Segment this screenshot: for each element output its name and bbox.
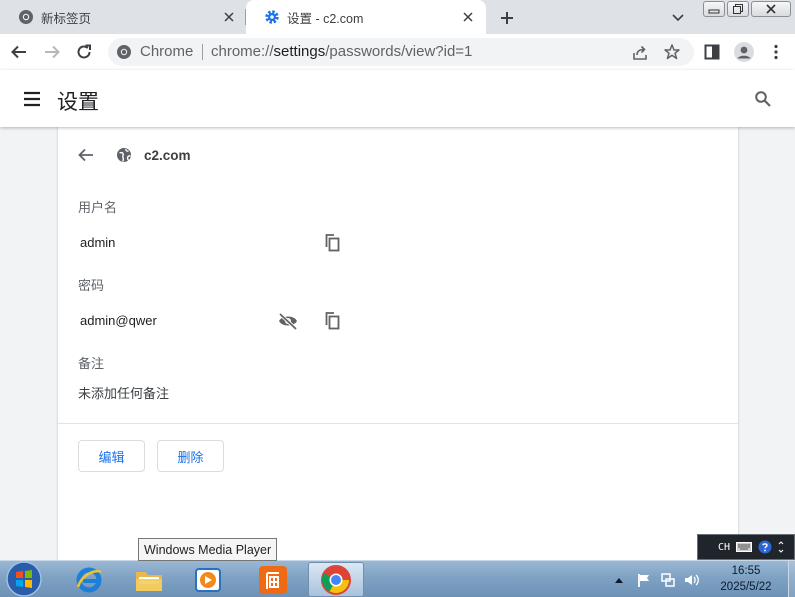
langbar-options-icon[interactable] (778, 540, 784, 554)
clock-date: 2025/5/22 (720, 581, 772, 593)
side-panel-icon[interactable] (703, 43, 721, 61)
page-title: 设置 (57, 91, 99, 114)
close-tab-icon[interactable] (460, 9, 476, 25)
start-button[interactable] (4, 561, 44, 597)
close-tab-icon[interactable] (221, 9, 237, 25)
settings-gear-icon (264, 9, 280, 25)
action-center-flag-icon[interactable] (636, 572, 652, 588)
tab-settings[interactable]: 设置 - c2.com (246, 0, 486, 34)
password-value: admin@qwer (80, 313, 157, 328)
share-icon[interactable] (631, 44, 649, 62)
tab-title: 新标签页 (41, 11, 92, 26)
network-icon[interactable] (660, 572, 676, 588)
chrome-page-icon[interactable] (116, 44, 132, 60)
chrome-taskbar-button[interactable] (308, 562, 364, 597)
omnibox-divider (202, 44, 203, 60)
copy-username-icon[interactable] (322, 233, 342, 253)
profile-avatar-icon[interactable] (733, 41, 755, 63)
globe-icon (116, 147, 132, 163)
volume-icon[interactable] (683, 572, 701, 588)
password-label: 密码 (78, 278, 105, 293)
tab-new-tab[interactable]: 新标签页 (0, 0, 245, 34)
tab-title: 设置 - c2.com (287, 11, 364, 26)
keyboard-icon[interactable] (736, 542, 753, 552)
system-clock[interactable]: 16:55 2025/5/22 (708, 563, 784, 595)
show-desktop-button[interactable] (788, 561, 795, 597)
password-detail-card (58, 127, 738, 567)
url-prefix: chrome:// (211, 43, 274, 60)
url-path: /passwords/view?id=1 (325, 43, 473, 60)
forward-button[interactable] (43, 43, 61, 61)
back-arrow-icon[interactable] (77, 146, 95, 164)
back-button[interactable] (10, 43, 28, 61)
new-tab-button[interactable] (497, 8, 517, 28)
language-indicator: CH (718, 541, 731, 553)
more-menu-icon[interactable] (767, 43, 785, 61)
copy-password-icon[interactable] (322, 311, 342, 331)
app-taskbar-button[interactable] (248, 562, 298, 597)
delete-button[interactable]: 删除 (157, 440, 224, 472)
url-host: settings (273, 43, 326, 60)
help-icon[interactable] (758, 540, 772, 554)
hide-password-icon[interactable] (277, 311, 299, 331)
search-icon[interactable] (754, 90, 772, 108)
site-chip-label: Chrome (140, 43, 194, 60)
language-bar[interactable]: CH (697, 534, 795, 560)
site-name: c2.com (144, 148, 191, 163)
bookmark-star-icon[interactable] (663, 43, 681, 61)
username-value: admin (80, 235, 116, 250)
hamburger-menu-icon[interactable] (22, 90, 42, 108)
minimize-button[interactable] (703, 1, 725, 17)
chrome-icon (18, 9, 34, 25)
media-player-taskbar-button[interactable] (183, 562, 233, 597)
close-window-button[interactable] (751, 1, 791, 17)
url-text[interactable]: chrome://settings/passwords/view?id=1 (211, 43, 472, 60)
show-hidden-icons[interactable] (614, 576, 624, 584)
file-explorer-taskbar-button[interactable] (124, 562, 174, 597)
note-label: 备注 (78, 356, 105, 371)
window-controls (703, 1, 791, 17)
taskbar-tooltip: Windows Media Player (138, 538, 278, 561)
tab-search-chevron-icon[interactable] (670, 9, 686, 25)
username-label: 用户名 (78, 200, 118, 215)
reload-button[interactable] (75, 43, 93, 61)
edit-button[interactable]: 编辑 (78, 440, 145, 472)
restore-button[interactable] (727, 1, 749, 17)
settings-header (0, 70, 795, 127)
internet-explorer-taskbar-button[interactable] (64, 562, 114, 597)
note-value: 未添加任何备注 (78, 386, 170, 401)
clock-time: 16:55 (731, 565, 761, 577)
card-divider (58, 423, 738, 424)
